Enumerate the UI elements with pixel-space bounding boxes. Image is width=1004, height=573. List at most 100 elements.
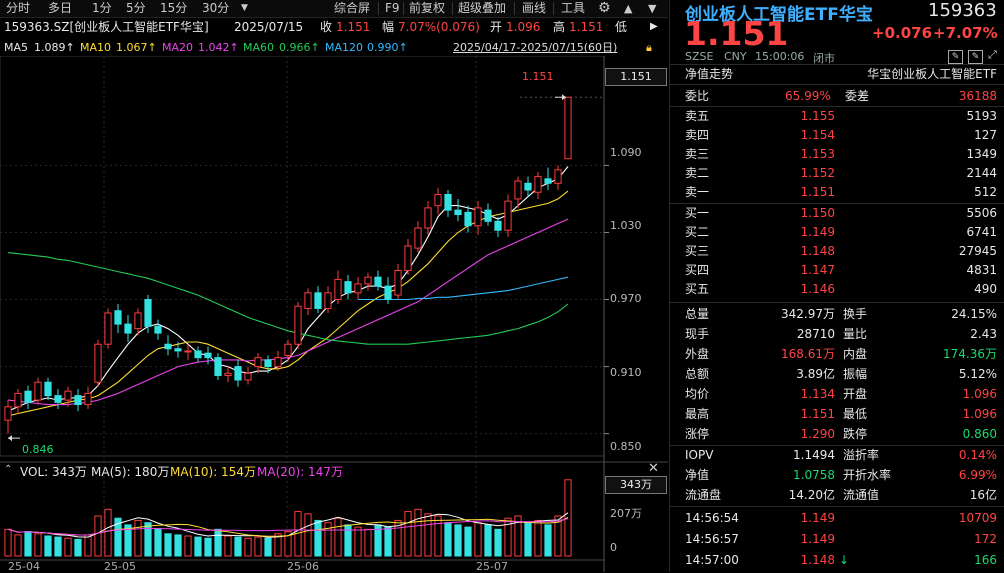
ask-row[interactable]: 卖三 1.153 1349 bbox=[670, 145, 1004, 163]
volume-bar bbox=[534, 519, 542, 557]
x-tick-label: 25-06 bbox=[287, 560, 319, 573]
candle-body bbox=[154, 325, 162, 334]
stat-row[interactable]: IOPV 1.1494 溢折率 0.14% bbox=[670, 446, 1004, 464]
stat-label: 最高 bbox=[685, 407, 710, 421]
quote-panel: 创业板人工智能ETF华宝 159363 1.151 +0.076 +7.07% … bbox=[669, 0, 1004, 572]
expand-icon[interactable]: ⤢ bbox=[988, 48, 997, 62]
tab-1min[interactable]: 1分 bbox=[92, 0, 112, 17]
menu-overlay[interactable]: 超级叠加 bbox=[458, 0, 506, 17]
edit-icon[interactable]: ✎ bbox=[948, 50, 963, 64]
stat-value: 5.12% bbox=[958, 367, 997, 381]
toolbar: 分时 多日 1分 5分 15分 30分 ▼ 综合屏 F9 前复权 超级叠加 画线… bbox=[0, 0, 668, 18]
high-value: 1.151 bbox=[569, 20, 604, 34]
ask-row[interactable]: 卖五 1.155 5193 bbox=[670, 107, 1004, 125]
volume-bar bbox=[244, 537, 252, 557]
price-chart[interactable] bbox=[0, 56, 668, 572]
candle-body bbox=[134, 312, 142, 330]
date-range[interactable]: 2025/04/17-2025/07/15(60日) bbox=[453, 41, 617, 55]
candle-body bbox=[404, 245, 412, 271]
tick-row[interactable]: 14:57:00 1.148 166 ↓ bbox=[670, 551, 1004, 569]
toolbar-divider bbox=[403, 2, 404, 15]
bid-row[interactable]: 买二 1.149 6741 bbox=[670, 223, 1004, 241]
chart-date: 2025/07/15 bbox=[234, 20, 304, 34]
next-arrow-icon[interactable]: ▶ bbox=[650, 19, 658, 35]
stat-label: 总额 bbox=[685, 367, 710, 381]
volume-bar bbox=[474, 522, 482, 557]
trend-row[interactable]: 净值走势 华宝创业板人工智能ETF bbox=[670, 65, 1004, 83]
stat-row[interactable]: 总额 3.89亿 振幅 5.12% bbox=[670, 365, 1004, 383]
stat-value: 1.096 bbox=[962, 407, 997, 421]
bid-row[interactable]: 买五 1.146 490 bbox=[670, 280, 1004, 298]
tab-multi-day[interactable]: 多日 bbox=[48, 0, 72, 17]
stat-label: 净值 bbox=[685, 468, 710, 482]
volume-bar bbox=[524, 522, 532, 557]
tick-price: 1.149 bbox=[800, 511, 835, 525]
ask-label: 卖三 bbox=[685, 147, 710, 161]
tab-30min[interactable]: 30分 bbox=[202, 0, 229, 17]
arrow-down-icon[interactable]: ▼ bbox=[648, 0, 656, 17]
candle-body bbox=[504, 200, 512, 231]
candle-body bbox=[124, 323, 132, 334]
tick-row[interactable]: 14:56:57 1.149 172 bbox=[670, 530, 1004, 548]
candle-body bbox=[344, 281, 352, 294]
menu-f9[interactable]: F9 bbox=[385, 0, 400, 17]
volume-bar bbox=[464, 526, 472, 557]
tab-15min[interactable]: 15分 bbox=[160, 0, 187, 17]
bid-volume: 5506 bbox=[966, 206, 997, 220]
weibi-value: 65.99% bbox=[785, 89, 831, 103]
menu-overview[interactable]: 综合屏 bbox=[334, 0, 370, 17]
close-icon[interactable]: ✕ bbox=[648, 461, 659, 476]
stat-value: 168.61万 bbox=[781, 347, 835, 361]
collapse-icon[interactable]: ⌃ bbox=[4, 464, 12, 475]
stat-row[interactable]: 现手 28710 量比 2.43 bbox=[670, 325, 1004, 343]
ma10-value: 1.067↑ bbox=[116, 41, 157, 54]
price-pct: +7.07% bbox=[933, 24, 998, 42]
weicha-label: 委差 bbox=[845, 89, 870, 103]
ma60-label: MA60 bbox=[243, 41, 275, 54]
bid-row[interactable]: 买一 1.150 5506 bbox=[670, 204, 1004, 222]
stat-row[interactable]: 均价 1.134 开盘 1.096 bbox=[670, 385, 1004, 403]
tick-price: 1.148 bbox=[800, 553, 835, 567]
gear-icon[interactable]: ⚙ bbox=[598, 0, 611, 17]
ma120-value: 0.990↑ bbox=[367, 41, 408, 54]
stat-row[interactable]: 流通盘 14.20亿 流通值 16亿 bbox=[670, 486, 1004, 504]
candle-body bbox=[414, 227, 422, 249]
candle-body bbox=[114, 310, 122, 325]
ask-row[interactable]: 卖二 1.152 2144 bbox=[670, 164, 1004, 182]
bid-row[interactable]: 买三 1.148 27945 bbox=[670, 242, 1004, 260]
candle-body bbox=[544, 178, 552, 184]
stat-value: 342.97万 bbox=[781, 307, 835, 321]
y-tick-label: 0.850 bbox=[610, 440, 642, 453]
stat-row[interactable]: 净值 1.0758 开折水率 6.99% bbox=[670, 466, 1004, 484]
ask-price: 1.151 bbox=[800, 185, 835, 199]
bid-row[interactable]: 买四 1.147 4831 bbox=[670, 261, 1004, 279]
candle-body bbox=[104, 312, 112, 345]
stat-value: 1.0758 bbox=[793, 468, 835, 482]
menu-drawing[interactable]: 画线 bbox=[522, 0, 546, 17]
ask-row[interactable]: 卖一 1.151 512 bbox=[670, 183, 1004, 201]
stat-row[interactable]: 总量 342.97万 换手 24.15% bbox=[670, 305, 1004, 323]
tick-row[interactable]: 14:56:54 1.149 10709 bbox=[670, 509, 1004, 527]
tab-5min[interactable]: 5分 bbox=[126, 0, 146, 17]
low-arrow-head bbox=[8, 435, 12, 442]
candle-body bbox=[564, 96, 572, 160]
stat-row[interactable]: 涨停 1.290 跌停 0.860 bbox=[670, 425, 1004, 443]
stat-row[interactable]: 外盘 168.61万 内盘 174.36万 bbox=[670, 345, 1004, 363]
ask-volume: 127 bbox=[974, 128, 997, 142]
menu-forward-adjust[interactable]: 前复权 bbox=[409, 0, 445, 17]
tab-intraday[interactable]: 分时 bbox=[6, 0, 30, 17]
lock-icon[interactable]: 🔒︎ bbox=[646, 41, 652, 55]
caret-down-icon[interactable]: ▼ bbox=[241, 0, 248, 17]
menu-tools[interactable]: 工具 bbox=[561, 0, 585, 17]
arrow-up-icon[interactable]: ▲ bbox=[624, 0, 632, 17]
volume-bar bbox=[74, 538, 82, 557]
price-change: +0.076 bbox=[872, 24, 933, 42]
ask-row[interactable]: 卖四 1.154 127 bbox=[670, 126, 1004, 144]
quote-time: 15:00:06 bbox=[755, 50, 805, 63]
tick-volume: 10709 bbox=[958, 511, 997, 525]
change-label: 幅 bbox=[382, 20, 395, 34]
arrow-down-icon: ↓ bbox=[838, 553, 849, 567]
volume-bar bbox=[224, 535, 232, 557]
stat-row[interactable]: 最高 1.151 最低 1.096 bbox=[670, 405, 1004, 423]
edit-icon[interactable]: ✎ bbox=[968, 50, 983, 64]
